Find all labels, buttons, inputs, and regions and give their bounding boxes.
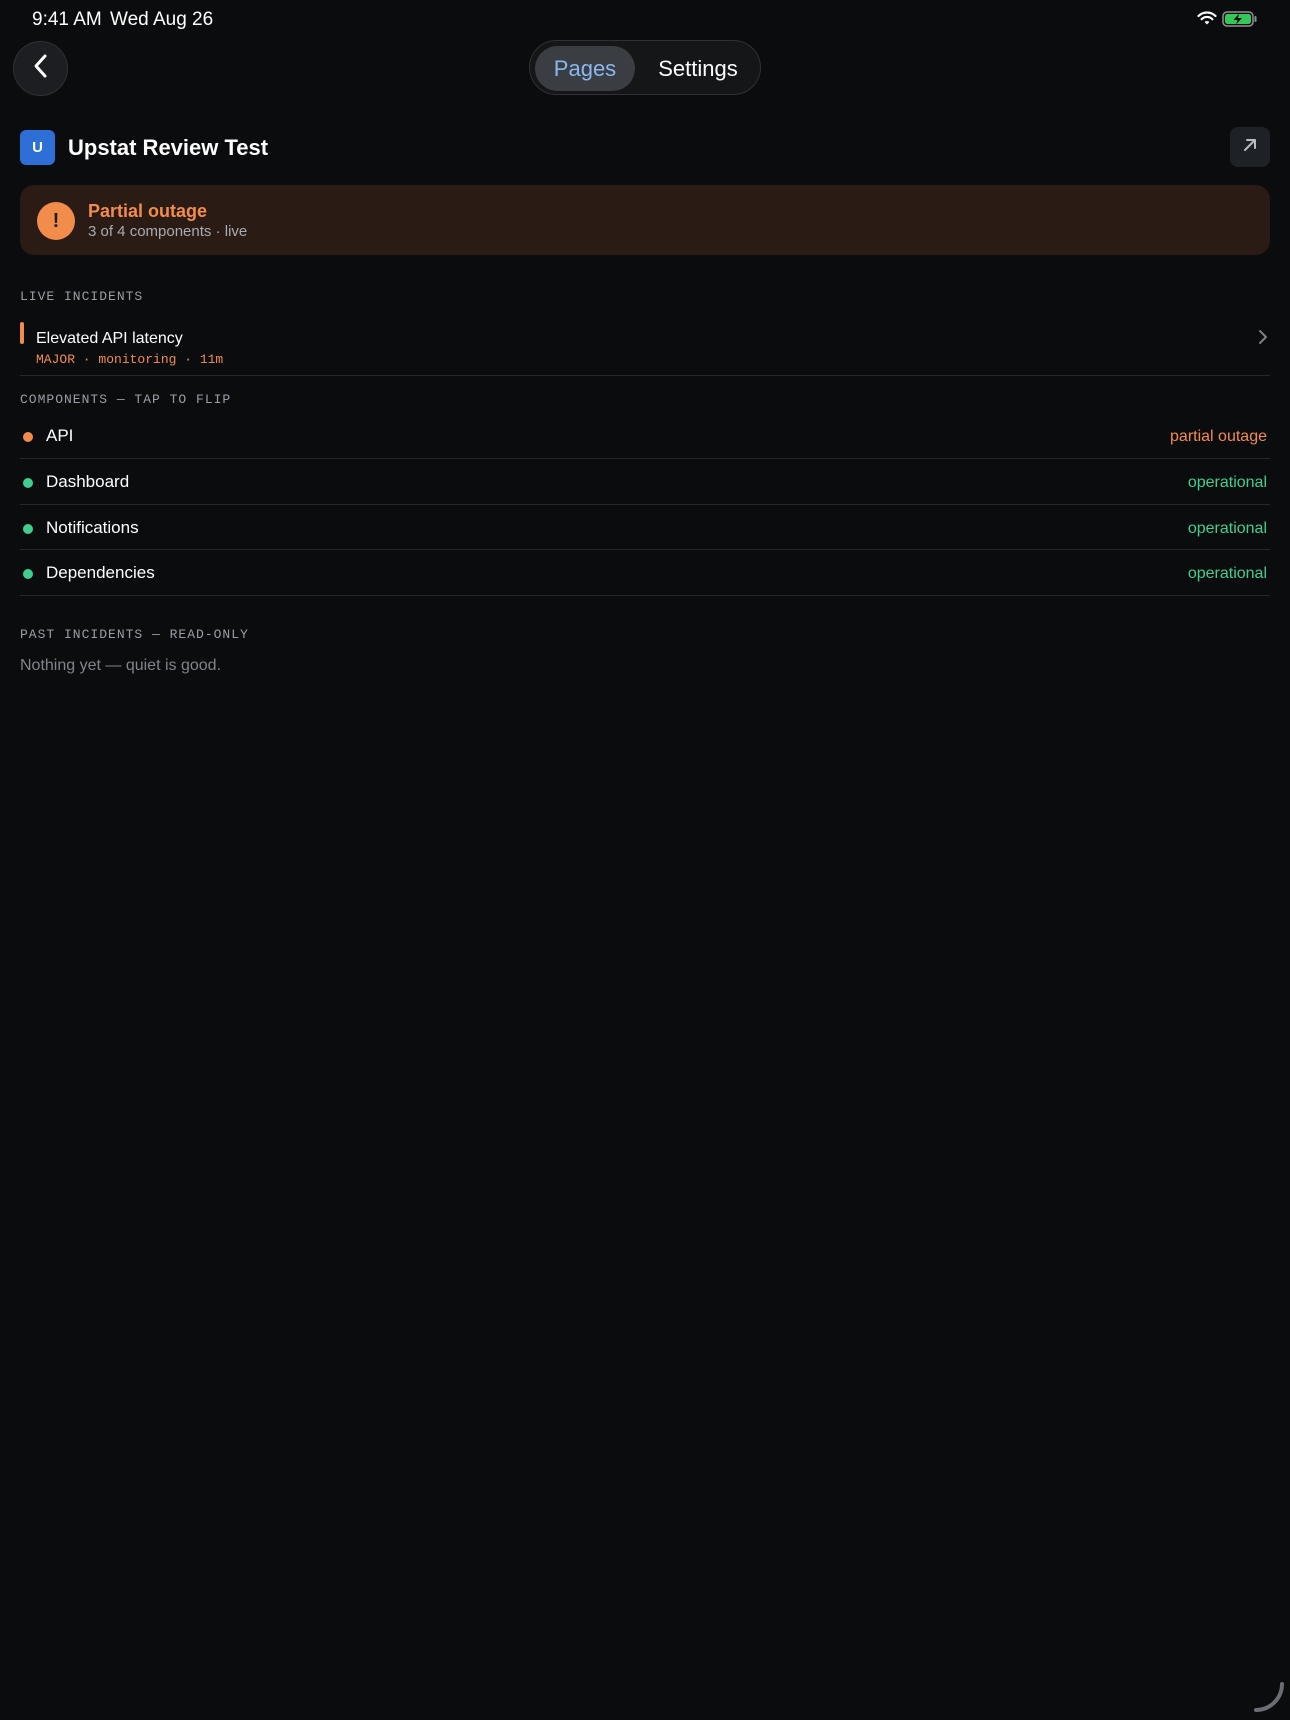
incident-meta: MAJOR · monitoring · 11m <box>36 352 224 367</box>
segmented-control: Pages Settings <box>529 40 761 95</box>
corner-grabber-icon <box>1252 1680 1286 1719</box>
status-time: 9:41 AM <box>32 9 102 30</box>
status-bar: 9:41 AM Wed Aug 26 <box>0 0 1290 40</box>
component-row[interactable]: API partial outage <box>20 413 1270 459</box>
page-title: Upstat Review Test <box>68 135 269 160</box>
status-dot <box>23 478 33 488</box>
exclamation-icon: ! <box>37 202 75 240</box>
back-button[interactable] <box>13 41 68 96</box>
status-dot <box>23 432 33 442</box>
component-state: operational <box>1187 565 1267 582</box>
arrow-up-right-icon <box>1241 136 1259 159</box>
chevron-right-icon <box>1256 328 1270 351</box>
status-dot <box>23 524 33 534</box>
divider <box>20 595 1270 596</box>
tab-pages[interactable]: Pages <box>535 46 635 91</box>
component-name: API <box>46 426 74 445</box>
incident-row[interactable]: Elevated API latency MAJOR · monitoring … <box>20 318 1270 376</box>
component-state: operational <box>1187 474 1267 491</box>
open-external-button[interactable] <box>1230 127 1270 167</box>
component-row[interactable]: Dashboard operational <box>20 459 1270 505</box>
status-date: Wed Aug 26 <box>110 9 214 30</box>
page-avatar: U <box>20 130 55 165</box>
past-incidents-label: PAST INCIDENTS — READ-ONLY <box>20 627 249 642</box>
divider <box>20 375 1270 376</box>
components-label: COMPONENTS — TAP TO FLIP <box>20 392 232 407</box>
empty-state-text: Nothing yet — quiet is good. <box>20 657 222 674</box>
component-name: Notifications <box>46 518 139 537</box>
component-name: Dependencies <box>46 563 155 582</box>
battery-charging-icon <box>1222 11 1258 32</box>
wifi-icon <box>1197 11 1217 31</box>
severity-bar <box>20 322 24 344</box>
status-subtitle: 3 of 4 components · live <box>88 223 248 240</box>
status-dot <box>23 569 33 579</box>
overall-status-card: ! Partial outage 3 of 4 components · liv… <box>20 185 1270 255</box>
tab-settings[interactable]: Settings <box>640 46 756 91</box>
component-name: Dashboard <box>46 472 130 491</box>
live-incidents-label: LIVE INCIDENTS <box>20 289 144 304</box>
screen: 9:41 AM Wed Aug 26 Pages Settings U Upst… <box>0 0 1290 1720</box>
incident-title: Elevated API latency <box>36 330 183 347</box>
chevron-left-icon <box>31 53 51 84</box>
component-row[interactable]: Notifications operational <box>20 505 1270 551</box>
component-state: partial outage <box>1170 428 1267 445</box>
component-state: operational <box>1187 520 1267 537</box>
status-title: Partial outage <box>88 201 208 221</box>
component-row[interactable]: Dependencies operational <box>20 550 1270 596</box>
